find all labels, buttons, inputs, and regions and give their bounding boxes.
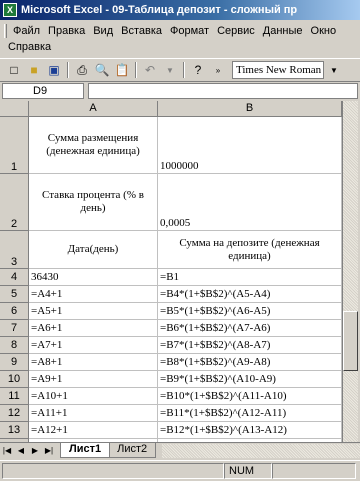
cell-b[interactable]: =B1 bbox=[158, 269, 342, 286]
paste-icon[interactable]: 📋 bbox=[112, 60, 132, 80]
row-header[interactable]: 1 bbox=[0, 117, 29, 174]
cell-a[interactable]: =A10+1 bbox=[29, 388, 158, 405]
cell-b[interactable]: =B12*(1+$B$2)^(A13-A12) bbox=[158, 422, 342, 439]
row-header[interactable]: 13 bbox=[0, 422, 29, 439]
font-name-select[interactable]: Times New Roman bbox=[232, 61, 324, 79]
menu-window[interactable]: Окно bbox=[307, 23, 341, 39]
last-sheet-icon[interactable]: ▶| bbox=[42, 444, 56, 458]
cell-a[interactable]: 36430 bbox=[29, 269, 158, 286]
vertical-scrollbar[interactable] bbox=[342, 101, 358, 442]
status-message bbox=[2, 463, 224, 479]
column-header-a[interactable]: A bbox=[29, 101, 158, 117]
cell-a[interactable]: =A7+1 bbox=[29, 337, 158, 354]
next-sheet-icon[interactable]: ▶ bbox=[28, 444, 42, 458]
row-header[interactable]: 7 bbox=[0, 320, 29, 337]
save-icon[interactable]: ▣ bbox=[44, 60, 64, 80]
prev-sheet-icon[interactable]: ◀ bbox=[14, 444, 28, 458]
toolbar-separator bbox=[67, 62, 69, 78]
row-header[interactable]: 5 bbox=[0, 286, 29, 303]
cell-a[interactable]: =A5+1 bbox=[29, 303, 158, 320]
cell-b[interactable]: =B5*(1+$B$2)^(A6-A5) bbox=[158, 303, 342, 320]
menu-format[interactable]: Формат bbox=[166, 23, 213, 39]
cell-a[interactable]: =A8+1 bbox=[29, 354, 158, 371]
toolbar-separator bbox=[135, 62, 137, 78]
row-header[interactable]: 9 bbox=[0, 354, 29, 371]
cell-b[interactable]: 0,0005 bbox=[158, 174, 342, 231]
cell-b[interactable]: =B8*(1+$B$2)^(A9-A8) bbox=[158, 354, 342, 371]
toolbar-separator bbox=[183, 62, 185, 78]
window-title: Microsoft Excel - 09-Таблица депозит - с… bbox=[21, 4, 298, 16]
select-all-corner[interactable] bbox=[0, 101, 29, 117]
row-header[interactable]: 10 bbox=[0, 371, 29, 388]
cell-a[interactable]: =A6+1 bbox=[29, 320, 158, 337]
menu-edit[interactable]: Правка bbox=[44, 23, 89, 39]
menu-help[interactable]: Справка bbox=[4, 39, 55, 55]
cell-b[interactable]: 1000000 bbox=[158, 117, 342, 174]
standard-toolbar: □ ■ ▣ ⎙ 🔍 📋 ↶ ▼ ? » Times New Roman ▼ bbox=[0, 58, 360, 82]
status-bar: NUM bbox=[0, 460, 360, 481]
menu-insert[interactable]: Вставка bbox=[117, 23, 166, 39]
row-header[interactable]: 2 bbox=[0, 174, 29, 231]
cell-a[interactable]: =A9+1 bbox=[29, 371, 158, 388]
title-bar: X Microsoft Excel - 09-Таблица депозит -… bbox=[0, 0, 360, 20]
cell-b[interactable]: =B7*(1+$B$2)^(A8-A7) bbox=[158, 337, 342, 354]
worksheet-grid[interactable]: A B 1 Сумма размещения (денежная единица)… bbox=[0, 101, 342, 442]
scroll-thumb[interactable] bbox=[343, 311, 358, 371]
menu-grip[interactable] bbox=[4, 24, 7, 38]
row-header[interactable]: 4 bbox=[0, 269, 29, 286]
cell-a[interactable]: Ставка процента (% в день) bbox=[29, 174, 158, 231]
undo-icon[interactable]: ↶ bbox=[140, 60, 160, 80]
open-folder-icon[interactable]: ■ bbox=[24, 60, 44, 80]
horizontal-scrollbar[interactable] bbox=[162, 443, 360, 458]
cell-b[interactable]: =B9*(1+$B$2)^(A10-A9) bbox=[158, 371, 342, 388]
cell-a[interactable]: =A11+1 bbox=[29, 405, 158, 422]
print-icon[interactable]: ⎙ bbox=[72, 60, 92, 80]
cell-a[interactable]: =A4+1 bbox=[29, 286, 158, 303]
column-header-b[interactable]: B bbox=[158, 101, 342, 117]
status-extra bbox=[272, 463, 356, 479]
toolbar-options-icon[interactable]: » bbox=[208, 60, 228, 80]
sheet-tab-bar: |◀ ◀ ▶ ▶| Лист1 Лист2 bbox=[0, 442, 360, 458]
menu-bar: Файл Правка Вид Вставка Формат Сервис Да… bbox=[0, 21, 360, 57]
cell-a[interactable]: Сумма размещения (денежная единица) bbox=[29, 117, 158, 174]
cell-b[interactable]: =B4*(1+$B$2)^(A5-A4) bbox=[158, 286, 342, 303]
row-header[interactable]: 11 bbox=[0, 388, 29, 405]
help-icon[interactable]: ? bbox=[188, 60, 208, 80]
formula-input[interactable] bbox=[88, 83, 358, 99]
undo-dropdown-icon[interactable]: ▼ bbox=[160, 60, 180, 80]
menu-tools[interactable]: Сервис bbox=[213, 23, 259, 39]
menu-data[interactable]: Данные bbox=[259, 23, 307, 39]
cell-b[interactable]: =B6*(1+$B$2)^(A7-A6) bbox=[158, 320, 342, 337]
excel-app-icon[interactable]: X bbox=[3, 3, 17, 17]
print-preview-icon[interactable]: 🔍 bbox=[92, 60, 112, 80]
row-header[interactable]: 12 bbox=[0, 405, 29, 422]
first-sheet-icon[interactable]: |◀ bbox=[0, 444, 14, 458]
menu-file[interactable]: Файл bbox=[9, 23, 44, 39]
cell-b[interactable]: Сумма на депозите (денежная единица) bbox=[158, 231, 342, 269]
name-box[interactable]: D9 bbox=[2, 83, 84, 99]
cell-b[interactable]: =B11*(1+$B$2)^(A12-A11) bbox=[158, 405, 342, 422]
row-header[interactable]: 8 bbox=[0, 337, 29, 354]
cell-a[interactable]: =A12+1 bbox=[29, 422, 158, 439]
font-dropdown-icon[interactable]: ▼ bbox=[324, 60, 344, 80]
status-num-lock: NUM bbox=[224, 463, 272, 479]
cell-b[interactable]: =B10*(1+$B$2)^(A11-A10) bbox=[158, 388, 342, 405]
menu-view[interactable]: Вид bbox=[89, 23, 117, 39]
cell-a[interactable]: Дата(день) bbox=[29, 231, 158, 269]
tab-sheet2[interactable]: Лист2 bbox=[108, 443, 157, 458]
row-header[interactable]: 6 bbox=[0, 303, 29, 320]
new-file-icon[interactable]: □ bbox=[4, 60, 24, 80]
row-header[interactable]: 3 bbox=[0, 231, 29, 269]
tab-sheet1[interactable]: Лист1 bbox=[60, 443, 111, 458]
formula-bar: D9 bbox=[0, 82, 360, 100]
